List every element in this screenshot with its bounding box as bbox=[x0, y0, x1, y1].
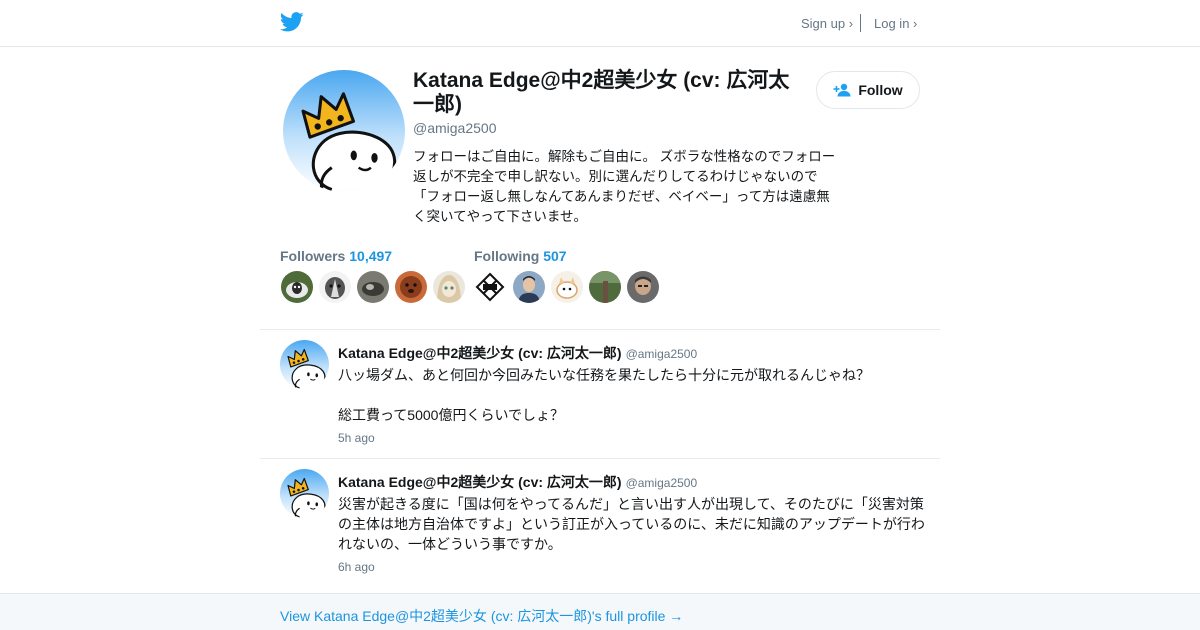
tweet-author-handle: @amiga2500 bbox=[625, 476, 698, 490]
following-label: Following bbox=[474, 248, 540, 264]
following-avatar[interactable] bbox=[513, 271, 545, 303]
followers-stat[interactable]: Followers 10,497 bbox=[280, 248, 392, 264]
profile-footer: View Katana Edge@中2超美少女 (cv: 広河太一郎)'s fu… bbox=[0, 593, 1200, 630]
profile-display-name[interactable]: Katana Edge@中2超美少女 (cv: 広河太一郎) bbox=[413, 69, 793, 117]
follow-button-label: Follow bbox=[858, 82, 903, 98]
view-full-profile-link[interactable]: View Katana Edge@中2超美少女 (cv: 広河太一郎)'s fu… bbox=[280, 606, 683, 626]
following-stat[interactable]: Following 507 bbox=[474, 248, 567, 264]
twitter-bird-icon[interactable] bbox=[280, 11, 304, 33]
tweet-header[interactable]: Katana Edge@中2超美少女 (cv: 広河太一郎) @amiga2500 bbox=[338, 472, 697, 492]
follower-avatar[interactable] bbox=[433, 271, 465, 303]
tweet-author-handle: @amiga2500 bbox=[625, 347, 698, 361]
follow-button[interactable]: Follow bbox=[816, 71, 920, 109]
tweet-text: 災害が起きる度に「国は何をやってるんだ」と言い出す人が出現して、そのたびに「災害… bbox=[338, 496, 925, 552]
top-navigation-bar: Sign up › Log in › bbox=[0, 0, 1200, 47]
tweet-author-name: Katana Edge@中2超美少女 (cv: 広河太一郎) bbox=[338, 345, 622, 361]
profile-bio: フォローはご自由に。解除もご自由に。 ズボラな性格なのでフォロー返しが不完全で申… bbox=[413, 149, 836, 224]
nav-divider bbox=[860, 14, 861, 32]
tweet-timestamp[interactable]: 5h ago bbox=[338, 431, 375, 445]
follower-avatar[interactable] bbox=[319, 271, 351, 303]
tweet-text: 八ッ場ダム、あと何回か今回みたいな任務を果たしたら十分に元が取れるんじゃね？ 総… bbox=[338, 367, 870, 423]
profile-avatar[interactable] bbox=[283, 70, 405, 192]
log-in-link[interactable]: Log in › bbox=[874, 16, 917, 31]
follower-avatar[interactable] bbox=[395, 271, 427, 303]
following-avatar[interactable] bbox=[474, 271, 506, 303]
following-avatar[interactable] bbox=[627, 271, 659, 303]
followers-count: 10,497 bbox=[349, 248, 393, 264]
tweet-author-avatar[interactable] bbox=[280, 340, 329, 389]
tweet-author-avatar[interactable] bbox=[280, 469, 329, 518]
sign-up-link[interactable]: Sign up › bbox=[801, 16, 853, 31]
tweet-divider bbox=[260, 458, 940, 459]
tweet-header[interactable]: Katana Edge@中2超美少女 (cv: 広河太一郎) @amiga2500 bbox=[338, 343, 697, 363]
timeline-divider bbox=[260, 329, 940, 330]
following-avatar[interactable] bbox=[551, 271, 583, 303]
follower-avatar[interactable] bbox=[357, 271, 389, 303]
tweet-author-name: Katana Edge@中2超美少女 (cv: 広河太一郎) bbox=[338, 474, 622, 490]
following-avatar[interactable] bbox=[589, 271, 621, 303]
follower-avatar[interactable] bbox=[281, 271, 313, 303]
tweet-timestamp[interactable]: 6h ago bbox=[338, 560, 375, 574]
followers-label: Followers bbox=[280, 248, 346, 264]
person-add-icon bbox=[833, 83, 851, 97]
following-count: 507 bbox=[543, 248, 567, 264]
profile-screen-name[interactable]: @amiga2500 bbox=[413, 120, 497, 136]
